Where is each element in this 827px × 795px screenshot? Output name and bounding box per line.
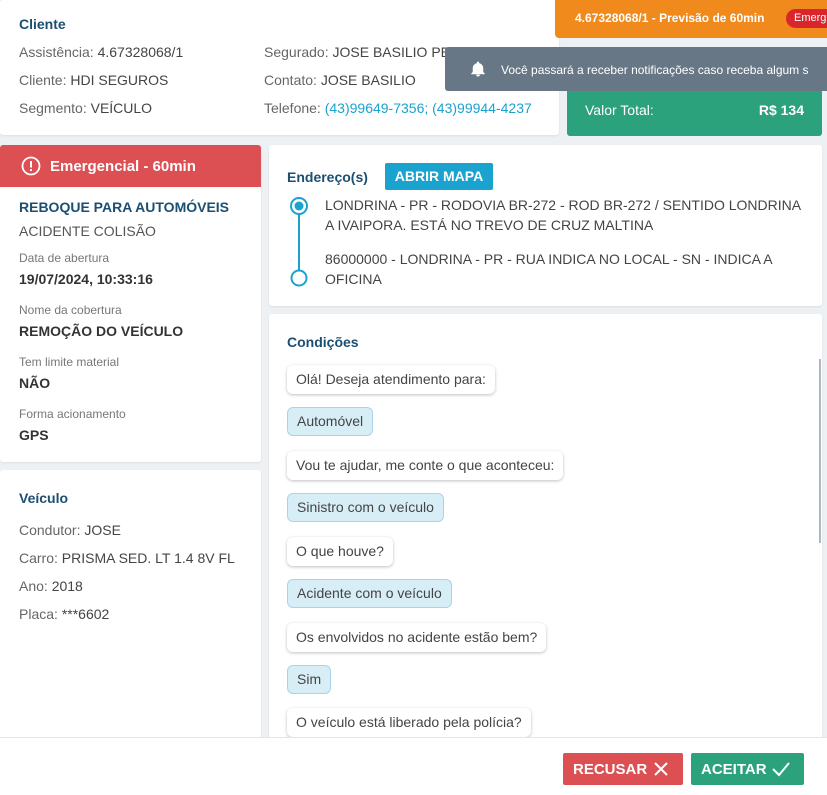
- emergency-badge: Emerg: [786, 9, 827, 28]
- contact-value: JOSE BASILIO: [320, 72, 416, 88]
- field-label: Data de abertura: [19, 251, 110, 265]
- segment-value: VEÍCULO: [90, 100, 153, 116]
- field-value: 19/07/2024, 10:33:16: [19, 271, 153, 287]
- total-amount: R$ 134: [758, 102, 804, 118]
- route-timeline: [290, 197, 308, 287]
- car-label: Carro:: [19, 550, 58, 566]
- service-type: REBOQUE PARA AUTOMÓVEIS: [19, 199, 230, 215]
- client-value: HDI SEGUROS: [70, 72, 169, 88]
- insured-label: Segurado:: [264, 44, 329, 60]
- chat-question: O que houve?: [287, 537, 393, 566]
- field-label: Nome da cobertura: [19, 303, 122, 317]
- segment-row: Segmento: VEÍCULO: [19, 100, 152, 116]
- close-icon: [652, 760, 670, 782]
- driver-label: Condutor:: [19, 522, 81, 538]
- open-map-button[interactable]: ABRIR MAPA: [385, 163, 493, 190]
- plate-label: Placa:: [19, 606, 58, 622]
- assistance-row: Assistência: 4.67328068/1: [19, 44, 183, 60]
- insured-value: JOSE BASILIO PE: [332, 44, 451, 60]
- field-label: Tem limite material: [19, 355, 120, 369]
- chat-question: O veículo está liberado pela polícia?: [287, 708, 531, 737]
- year-label: Ano:: [19, 578, 48, 594]
- conditions-title: Condições: [287, 334, 359, 350]
- car-row: Carro: PRISMA SED. LT 1.4 8V FL: [19, 550, 235, 566]
- field-label: Forma acionamento: [19, 407, 126, 421]
- field-value: REMOÇÃO DO VEÍCULO: [19, 323, 184, 339]
- chat-answer: Sim: [287, 665, 332, 694]
- year-row: Ano: 2018: [19, 578, 83, 594]
- phone-label: Telefone:: [264, 100, 321, 116]
- info-circle-icon: [21, 156, 41, 179]
- service-header: Emergencial - 60min: [0, 145, 261, 187]
- phone-row: Telefone: (43)99649-7356; (43)99944-4237: [264, 100, 532, 116]
- forecast-text: 4.67328068/1 - Previsão de 60min: [575, 11, 765, 25]
- bell-icon: [469, 60, 487, 81]
- client-row: Cliente: HDI SEGUROS: [19, 72, 168, 88]
- assistance-value: 4.67328068/1: [97, 44, 184, 60]
- chat-question: Os envolvidos no acidente estão bem?: [287, 623, 547, 652]
- service-card: Emergencial - 60min REBOQUE PARA AUTOMÓV…: [0, 145, 261, 462]
- contact-label: Contato:: [264, 72, 317, 88]
- conditions-card: Condições Olá! Deseja atendimento para: …: [269, 314, 822, 795]
- chat-answer: Sinistro com o veículo: [287, 493, 444, 522]
- contact-row: Contato: JOSE BASILIO: [264, 72, 416, 88]
- total-value-box: Valor Total: R$ 134: [567, 88, 822, 136]
- accept-label: ACEITAR: [701, 761, 767, 778]
- reject-button[interactable]: RECUSAR: [563, 753, 683, 785]
- vehicle-title: Veículo: [19, 490, 69, 506]
- service-subtype: ACIDENTE COLISÃO: [19, 223, 156, 239]
- plate-value: ***6602: [61, 606, 110, 622]
- notification-text: Você passará a receber notificações caso…: [501, 63, 809, 77]
- check-icon: [771, 760, 791, 782]
- address-card: Endereço(s) ABRIR MAPA LONDRINA - PR - R…: [269, 145, 822, 306]
- field-value: NÃO: [19, 375, 51, 391]
- total-label: Valor Total:: [585, 102, 654, 118]
- address-title: Endereço(s): [287, 169, 368, 185]
- forecast-banner: 4.67328068/1 - Previsão de 60min Emerg: [555, 0, 827, 38]
- destination-address: 86000000 - LONDRINA - PR - RUA INDICA NO…: [325, 251, 772, 287]
- notification-toast[interactable]: Você passará a receber notificações caso…: [445, 47, 827, 91]
- phone-link[interactable]: (43)99649-7356; (43)99944-4237: [325, 100, 532, 116]
- field-value: GPS: [19, 427, 49, 443]
- assistance-label: Assistência:: [19, 44, 94, 60]
- year-value: 2018: [51, 578, 83, 594]
- insured-row: Segurado: JOSE BASILIO PE: [264, 44, 450, 60]
- conditions-scrollbar[interactable]: [819, 359, 821, 543]
- reject-label: RECUSAR: [573, 761, 648, 778]
- origin-address: LONDRINA - PR - RODOVIA BR-272 - ROD BR-…: [325, 197, 801, 233]
- chat-question: Olá! Deseja atendimento para:: [287, 365, 495, 394]
- segment-label: Segmento:: [19, 100, 87, 116]
- plate-row: Placa: ***6602: [19, 606, 109, 622]
- chat-answer: Automóvel: [287, 407, 374, 436]
- action-footer: RECUSAR ACEITAR: [0, 737, 827, 795]
- client-title: Cliente: [19, 16, 66, 32]
- driver-row: Condutor: JOSE: [19, 522, 121, 538]
- service-header-text: Emergencial - 60min: [50, 158, 196, 175]
- driver-value: JOSE: [84, 522, 121, 538]
- chat-question: Vou te ajudar, me conte o que aconteceu:: [287, 451, 564, 480]
- car-value: PRISMA SED. LT 1.4 8V FL: [61, 550, 235, 566]
- client-label: Cliente:: [19, 72, 67, 88]
- accept-button[interactable]: ACEITAR: [691, 753, 804, 785]
- chat-answer: Acidente com o veículo: [287, 579, 452, 608]
